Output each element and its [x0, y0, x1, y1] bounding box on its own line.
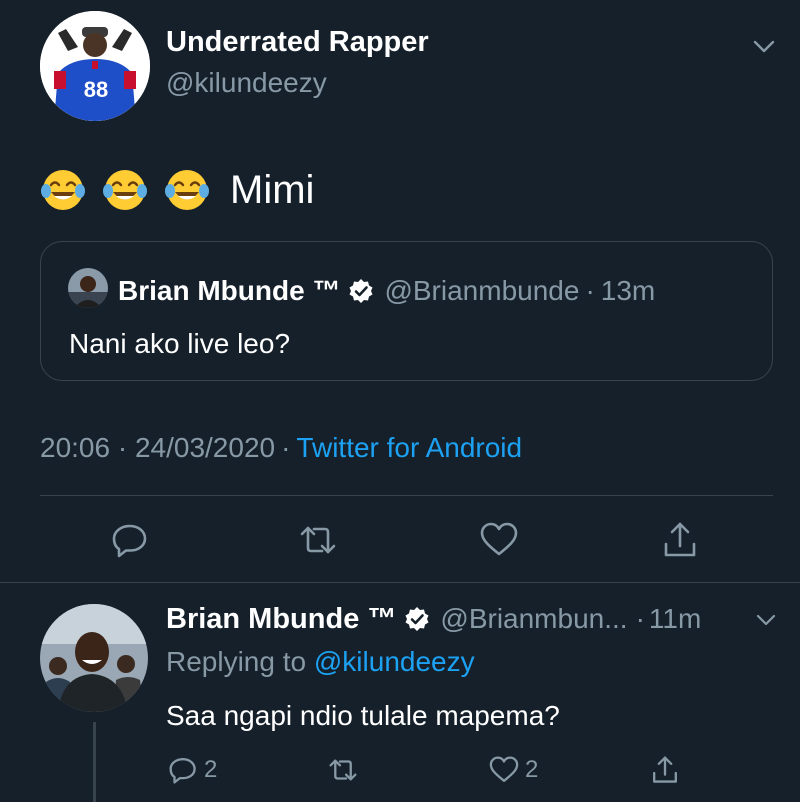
user-handle[interactable]: @kilundeezy: [166, 67, 327, 99]
display-name[interactable]: Underrated Rapper: [166, 26, 429, 59]
separator-dot: ·: [585, 275, 595, 306]
avatar[interactable]: 88: [40, 11, 150, 121]
mention-link[interactable]: @kilundeezy: [314, 646, 475, 677]
jersey-number: 88: [83, 77, 109, 102]
face-with-tears-of-joy-icon: [102, 167, 148, 213]
tweet-meta: 20:06 · 24/03/2020 · Twitter for Android: [40, 432, 522, 464]
reply-time: 11m: [648, 603, 702, 634]
reply-button[interactable]: 2: [166, 752, 217, 788]
verified-badge-icon: [404, 606, 430, 632]
retweet-button[interactable]: [326, 752, 360, 788]
replying-to-label: Replying to: [166, 646, 307, 677]
face-with-tears-of-joy-icon: [40, 167, 86, 213]
like-count: 2: [525, 756, 539, 783]
reply-handle[interactable]: @Brianmbun...: [440, 603, 627, 635]
like-button[interactable]: [477, 518, 521, 562]
client-link[interactable]: Twitter for Android: [296, 432, 522, 463]
share-button[interactable]: [648, 752, 682, 788]
share-button[interactable]: [658, 518, 702, 562]
tweet-text: Mimi: [40, 165, 314, 215]
reply-icon: [169, 758, 196, 784]
reply-display-name[interactable]: Brian Mbunde ™: [166, 603, 396, 636]
replying-to: Replying to @kilundeezy: [166, 646, 475, 678]
retweet-icon: [300, 526, 336, 554]
avatar-photo: [40, 11, 150, 121]
like-icon: [489, 756, 519, 782]
separator-dot: ·: [281, 432, 291, 463]
thread-line: [93, 722, 96, 802]
quoted-avatar[interactable]: [68, 268, 108, 308]
reply-icon: [112, 524, 147, 558]
like-icon: [480, 522, 518, 556]
divider: [0, 582, 800, 583]
face-with-tears-of-joy-icon: [164, 167, 210, 213]
divider: [40, 495, 773, 496]
tweet-body-text: Mimi: [230, 167, 315, 212]
chevron-down-icon[interactable]: [748, 30, 780, 62]
chevron-down-icon[interactable]: [752, 606, 780, 634]
share-icon: [664, 522, 696, 557]
timestamp: 20:06 · 24/03/2020: [40, 432, 276, 463]
quoted-handle: @Brianmbunde: [384, 275, 580, 306]
reply-count: 2: [204, 756, 218, 783]
share-icon: [653, 756, 677, 783]
reply-header: Brian Mbunde ™ @Brianmbun... · 11m: [166, 600, 701, 638]
reply-button[interactable]: [108, 518, 152, 562]
quoted-tweet-card[interactable]: Brian Mbunde ™ @Brianmbunde · 13m Nani a…: [40, 241, 773, 381]
verified-badge-icon: [348, 278, 374, 304]
retweet-button[interactable]: [296, 518, 340, 562]
quoted-display-name: Brian Mbunde ™: [118, 275, 341, 306]
reply-avatar[interactable]: [40, 604, 148, 712]
quoted-tweet-header: Brian Mbunde ™ @Brianmbunde · 13m: [118, 272, 655, 310]
avatar-photo: [40, 604, 148, 712]
quoted-tweet-text: Nani ako live leo?: [69, 328, 291, 359]
quoted-time: 13m: [600, 275, 656, 306]
like-button[interactable]: 2: [487, 752, 538, 788]
separator-dot: ·: [635, 603, 645, 634]
retweet-icon: [329, 759, 357, 781]
reply-tweet-text: Saa ngapi ndio tulale mapema?: [166, 700, 560, 731]
